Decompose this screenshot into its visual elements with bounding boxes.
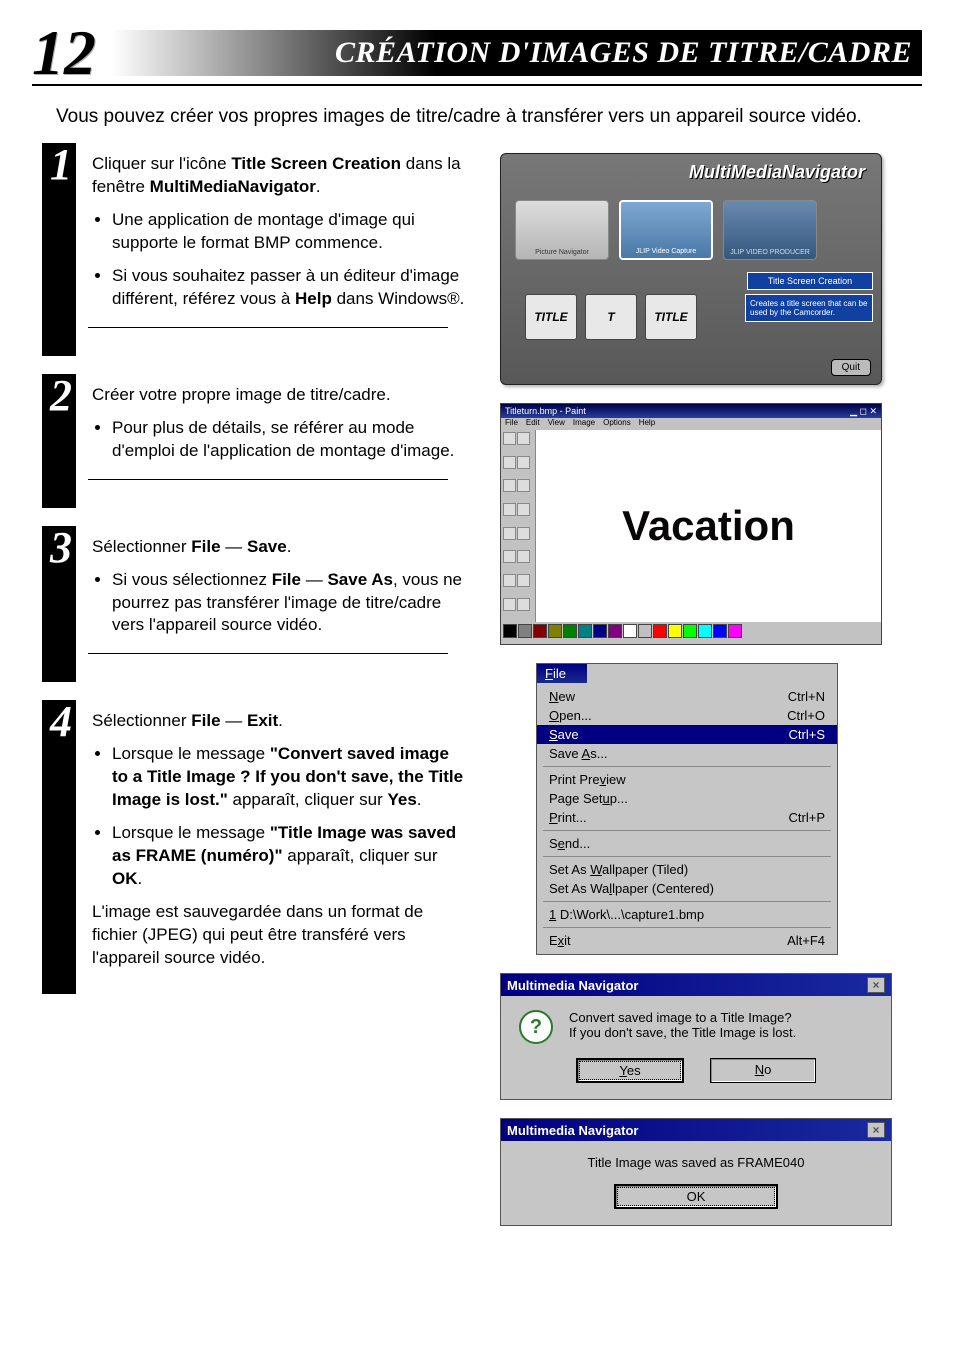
step-lead: Sélectionner File — Exit. [92,710,466,733]
file-menu-item[interactable]: NewCtrl+N [537,687,837,706]
paint-titlebar: Titleturn.bmp - Paint ▁ ◻ ✕ [501,404,881,418]
step-number: 1 [50,139,72,190]
palette-swatch[interactable] [533,624,547,638]
palette-swatch[interactable] [638,624,652,638]
file-menu-item[interactable]: Open...Ctrl+O [537,706,837,725]
step-bullet: Pour plus de détails, se référer au mode… [112,417,466,463]
mmn-title-tile[interactable]: T [585,294,637,340]
palette-swatch[interactable] [668,624,682,638]
file-menu-item[interactable]: Set As Wallpaper (Tiled) [537,860,837,879]
palette-swatch[interactable] [563,624,577,638]
step-number: 4 [50,696,72,747]
step-bullet: Une application de montage d'image qui s… [112,209,466,255]
file-menu-item[interactable]: ExitAlt+F4 [537,931,837,950]
file-menu-item[interactable]: Save As... [537,744,837,763]
multimedianavigator-window: MultiMediaNavigator Picture Navigator JL… [500,153,882,385]
paint-color-palette[interactable] [501,622,881,644]
palette-swatch[interactable] [623,624,637,638]
step-3: 3 Sélectionner File — Save. Si vous séle… [42,526,474,683]
palette-swatch[interactable] [683,624,697,638]
step-4: 4 Sélectionner File — Exit. Lorsque le m… [42,700,474,993]
file-menu-item[interactable]: Send... [537,834,837,853]
page-number: 12 [32,24,96,82]
palette-swatch[interactable] [548,624,562,638]
step-bullet: Lorsque le message "Title Image was save… [112,822,466,891]
file-menu-item[interactable]: Set As Wallpaper (Centered) [537,879,837,898]
step-after: L'image est sauvegardée dans un format d… [92,901,466,970]
mmn-description: Creates a title screen that can be used … [745,294,873,322]
step-bullet: Si vous sélectionnez File — Save As, vou… [112,569,466,638]
mmn-thumb-jlip-video-capture[interactable]: JLIP Video Capture [619,200,713,260]
close-icon[interactable]: × [867,977,885,993]
paint-title-text: Titleturn.bmp - Paint [505,406,586,416]
step-number: 2 [50,370,72,421]
mmn-title-screen-creation-label[interactable]: Title Screen Creation [747,272,873,290]
file-menu-item[interactable]: Page Setup... [537,789,837,808]
palette-swatch[interactable] [713,624,727,638]
file-menu-title[interactable]: File [537,664,587,683]
mmn-title-tile[interactable]: TITLE [645,294,697,340]
ok-button[interactable]: OK [614,1184,778,1209]
menu-edit[interactable]: Edit [526,418,540,430]
dialog-saved-notice: Multimedia Navigator × Title Image was s… [500,1118,892,1226]
file-menu-item[interactable]: 1 D:\Work\...\capture1.bmp [537,905,837,924]
step-lead: Sélectionner File — Save. [92,536,466,559]
file-menu-item[interactable]: SaveCtrl+S [537,725,837,744]
mmn-thumb-picture-navigator[interactable]: Picture Navigator [515,200,609,260]
no-button[interactable]: No [710,1058,816,1083]
mmn-thumb-jlip-video-producer[interactable]: JLIP VIDEO PRODUCER [723,200,817,260]
palette-swatch[interactable] [503,624,517,638]
paint-window: Titleturn.bmp - Paint ▁ ◻ ✕ File Edit Vi… [500,403,882,645]
palette-swatch[interactable] [698,624,712,638]
mmn-logo: MultiMediaNavigator [689,162,865,183]
yes-button[interactable]: Yes [576,1058,684,1083]
steps-column: 1 Cliquer sur l'icône Title Screen Creat… [42,143,474,1226]
paint-toolbox[interactable] [501,430,536,622]
mmn-quit-button[interactable]: Quit [831,359,871,376]
intro-text: Vous pouvez créer vos propres images de … [56,104,912,130]
paint-canvas[interactable]: Vacation [536,430,881,622]
close-icon[interactable]: × [867,1122,885,1138]
palette-swatch[interactable] [518,624,532,638]
menu-help[interactable]: Help [639,418,655,430]
page-title: CRÉATION D'IMAGES DE TITRE/CADRE [112,30,922,76]
step-number: 3 [50,522,72,573]
menu-view[interactable]: View [548,418,565,430]
page-header: 12 CRÉATION D'IMAGES DE TITRE/CADRE [32,24,922,86]
palette-swatch[interactable] [728,624,742,638]
palette-swatch[interactable] [653,624,667,638]
step-1: 1 Cliquer sur l'icône Title Screen Creat… [42,143,474,356]
dialog-title: Multimedia Navigator [507,978,638,993]
step-lead: Cliquer sur l'icône Title Screen Creatio… [92,153,466,199]
menu-image[interactable]: Image [573,418,595,430]
step-2: 2 Créer votre propre image de titre/cadr… [42,374,474,508]
dialog-message: Title Image was saved as FRAME040 [519,1155,873,1170]
step-bullet: Si vous souhaitez passer à un éditeur d'… [112,265,466,311]
file-menu-item[interactable]: Print...Ctrl+P [537,808,837,827]
palette-swatch[interactable] [578,624,592,638]
file-menu-dropdown: File NewCtrl+NOpen...Ctrl+OSaveCtrl+SSav… [536,663,838,955]
mmn-title-tile[interactable]: TITLE [525,294,577,340]
paint-menubar[interactable]: File Edit View Image Options Help [501,418,881,430]
step-lead: Créer votre propre image de titre/cadre. [92,384,466,407]
palette-swatch[interactable] [593,624,607,638]
screenshots-column: MultiMediaNavigator Picture Navigator JL… [500,153,922,1226]
file-menu-item[interactable]: Print Preview [537,770,837,789]
menu-options[interactable]: Options [603,418,631,430]
dialog-title: Multimedia Navigator [507,1123,638,1138]
step-bullet: Lorsque le message "Convert saved image … [112,743,466,812]
question-icon: ? [519,1010,553,1044]
palette-swatch[interactable] [608,624,622,638]
window-controls-icon[interactable]: ▁ ◻ ✕ [850,406,877,417]
dialog-message: Convert saved image to a Title Image? If… [569,1010,796,1040]
dialog-convert-confirm: Multimedia Navigator × ? Convert saved i… [500,973,892,1100]
menu-file[interactable]: File [505,418,518,430]
